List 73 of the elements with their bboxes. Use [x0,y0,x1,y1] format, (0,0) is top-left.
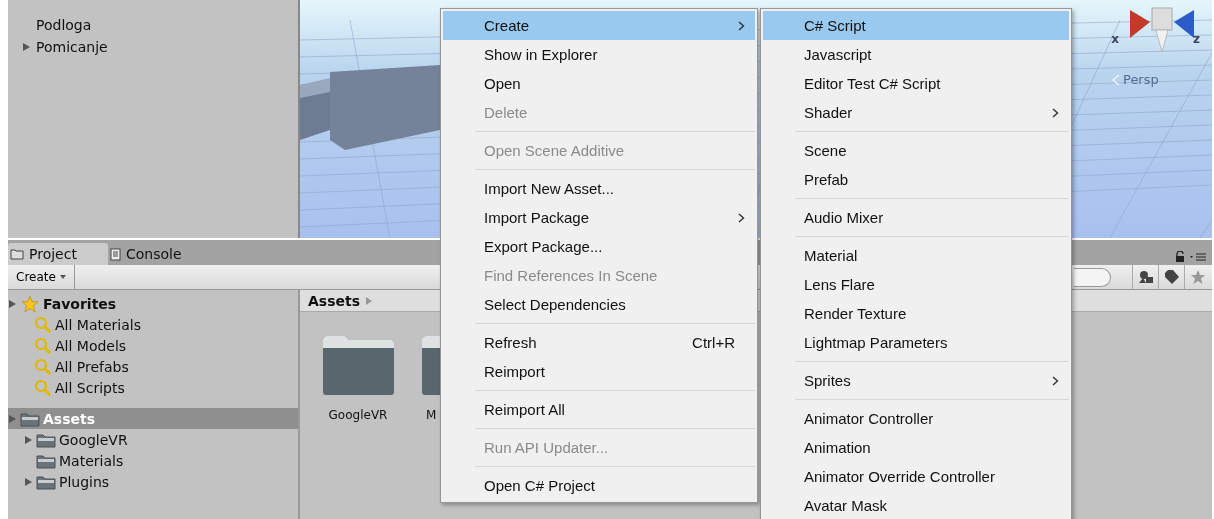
menu-item[interactable]: Audio Mixer [763,203,1069,232]
star-icon [20,294,40,313]
menu-item[interactable]: Reimport All [443,395,755,424]
expand-arrow-icon[interactable] [22,41,31,52]
menu-item[interactable]: Animation [763,433,1069,462]
chevron-left-icon [1112,73,1120,86]
menu-item[interactable]: Select Dependencies [443,290,755,319]
favorite-search-item[interactable]: All Materials [55,316,141,333]
search-icon [34,357,52,376]
favorite-search-item[interactable]: All Models [55,337,127,354]
folder-icon [36,452,56,469]
favorites-header[interactable]: Favorites [43,295,117,312]
hierarchy-item[interactable]: Podloga [22,15,298,34]
collapse-arrow-icon[interactable] [8,413,17,424]
expand-arrow-icon[interactable] [24,476,33,487]
search-icon [34,336,52,355]
folder-icon [36,473,56,490]
create-dropdown[interactable]: Create [8,265,75,289]
camera-mode-label[interactable]: Persp [1123,72,1159,87]
folder-icon [10,248,24,260]
lock-icon[interactable] [1175,251,1186,263]
folder-tree-item[interactable]: Materials [8,450,298,471]
menu-item[interactable]: Avatar Mask [763,491,1069,519]
hierarchy-item[interactable]: Pomicanje [22,37,298,56]
menu-item[interactable]: Scene [763,136,1069,165]
menu-item[interactable]: Refresh Ctrl+R [443,328,755,357]
menu-item[interactable]: Create [443,11,755,40]
document-icon [110,247,121,261]
menu-item[interactable]: Material [763,241,1069,270]
breadcrumb-item[interactable]: Assets [308,292,361,309]
menu-item[interactable]: Lightmap Parameters [763,328,1069,357]
menu-item[interactable]: Prefab [763,165,1069,194]
folder-label: M [425,408,437,422]
menu-item[interactable]: Show in Explorer [443,40,755,69]
menu-item[interactable]: Sprites [763,366,1069,395]
search-icon [34,378,52,397]
star-icon [1189,269,1206,285]
menu-item[interactable]: Editor Test C# Script [763,69,1069,98]
menu-item[interactable]: Shader [763,98,1069,127]
folder-icon[interactable] [420,334,440,396]
menu-item[interactable]: Lens Flare [763,270,1069,299]
tag-icon [1163,269,1180,285]
menu-item[interactable]: Render Texture [763,299,1069,328]
favorite-search-item[interactable]: All Scripts [55,379,125,396]
menu-icon[interactable] [1190,252,1206,262]
menu-item[interactable]: Javascript [763,40,1069,69]
breadcrumb-arrow-icon [366,296,373,305]
menu-item[interactable]: Import Package [443,203,755,232]
folder-icon[interactable] [321,334,395,396]
folder-label: GoogleVR [328,408,388,422]
menu-item[interactable]: Open C# Project [443,471,755,500]
menu-item[interactable]: Animator Override Controller [763,462,1069,491]
menu-item[interactable]: Reimport [443,357,755,386]
panel-tab[interactable]: Console [108,243,208,265]
z-axis-label: z [1193,32,1200,46]
folder-tree-item[interactable]: GoogleVR [8,429,298,450]
favorite-search-item[interactable]: All Prefabs [55,358,129,375]
menu-item[interactable]: Export Package... [443,232,755,261]
caret-icon [59,275,66,279]
folder-icon [36,431,56,448]
x-axis-label: x [1111,32,1119,46]
folder-tree-item[interactable]: Plugins [8,471,298,492]
search-field[interactable] [1074,268,1111,287]
expand-arrow-icon[interactable] [24,434,33,445]
panel-tab[interactable]: Project [8,243,108,265]
folder-icon [20,410,40,427]
shapes-icon [1137,270,1154,284]
search-icon [34,315,52,334]
collapse-arrow-icon[interactable] [8,298,17,309]
menu-item[interactable]: Import New Asset... [443,174,755,203]
menu-item[interactable]: Animator Controller [763,404,1069,433]
menu-item[interactable]: Open [443,69,755,98]
menu-item[interactable]: C# Script [763,11,1069,40]
